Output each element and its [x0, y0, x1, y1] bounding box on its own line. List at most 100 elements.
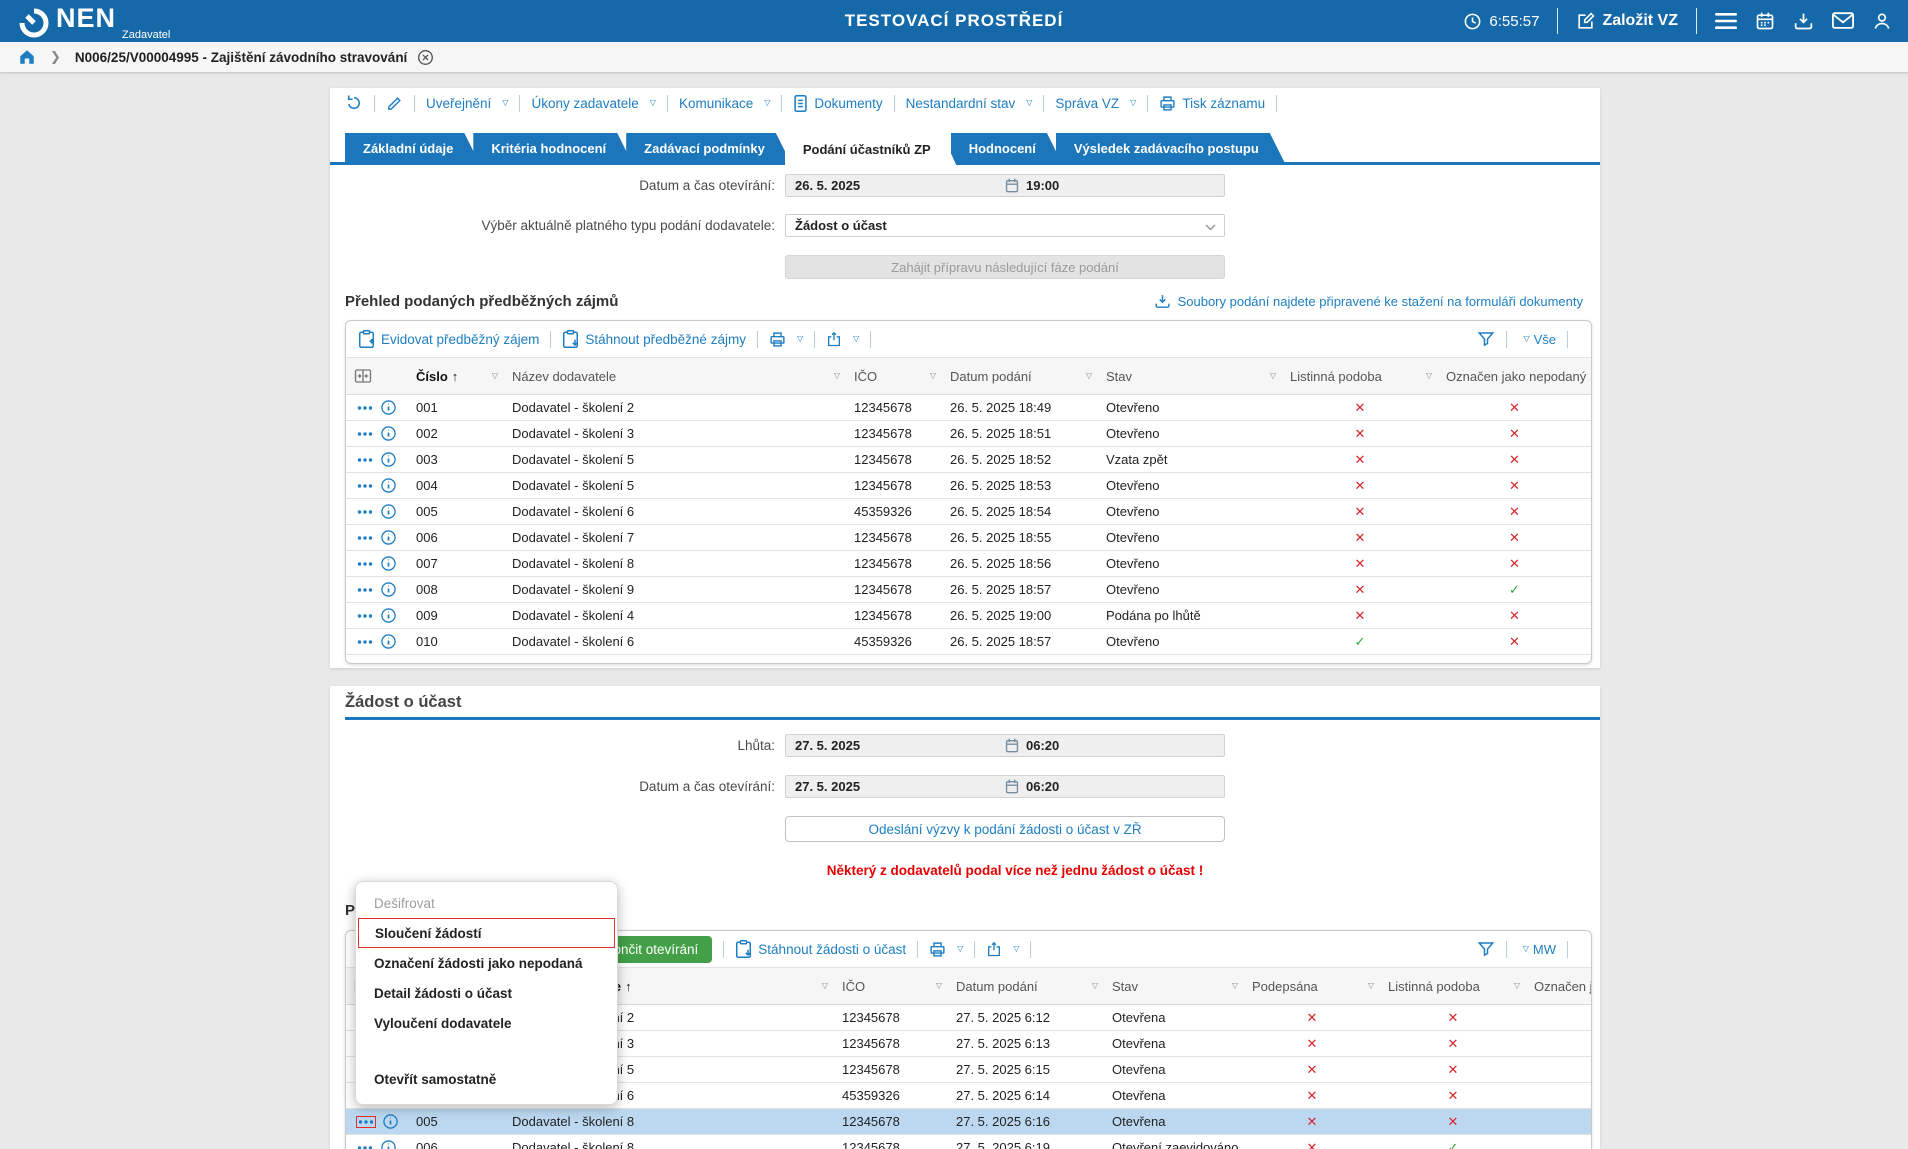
filter-preset-value[interactable]: MW — [1533, 942, 1556, 957]
close-record-button[interactable] — [417, 49, 434, 66]
info-icon[interactable] — [381, 556, 396, 571]
tab-zadavaci-podminky[interactable]: Zadávací podmínky — [626, 133, 791, 163]
menu-sprava-vz[interactable]: Správa VZ▽ — [1055, 96, 1136, 111]
column-menu-icon[interactable]: ▽ — [1426, 371, 1432, 380]
menu-uverejneni[interactable]: Uveřejnění▽ — [426, 96, 508, 111]
row-menu-dots-icon[interactable] — [356, 455, 374, 465]
info-icon[interactable] — [381, 400, 396, 415]
col-oznacen-jako-nepodany[interactable]: Označen jako nepodaný — [1526, 968, 1591, 1005]
lhuta-field[interactable]: 27. 5. 2025 06:20 — [785, 734, 1225, 757]
ctx-detail-zadosti[interactable]: Detail žádosti o účast — [356, 978, 617, 1008]
filter-button[interactable] — [1477, 330, 1495, 348]
tab-podani-ucastniku-zp[interactable]: Podání účastníků ZP — [785, 133, 957, 166]
col-nazev-dodavatele[interactable]: Název dodavatele▽ — [504, 358, 846, 395]
evidovat-zajem-button[interactable]: Evidovat předběžný zájem — [358, 330, 539, 348]
table-row[interactable]: 007Dodavatel - školení 81234567826. 5. 2… — [346, 551, 1591, 577]
row-menu-dots-icon[interactable] — [356, 559, 374, 569]
row-menu-dots-icon[interactable] — [356, 403, 374, 413]
start-next-phase-button[interactable]: Zahájit přípravu následující fáze podání — [785, 255, 1225, 279]
undo-button[interactable] — [345, 94, 363, 112]
row-menu-dots-icon[interactable] — [356, 429, 374, 439]
table-row[interactable]: 005Dodavatel - školení 64535932626. 5. 2… — [346, 499, 1591, 525]
main-menu-button[interactable] — [1715, 12, 1737, 30]
col-ico[interactable]: IČO▽ — [834, 968, 948, 1005]
calendar-icon[interactable] — [1005, 178, 1019, 193]
table-row[interactable]: 004Dodavatel - školení 51234567826. 5. 2… — [346, 473, 1591, 499]
home-button[interactable] — [18, 48, 36, 66]
column-menu-icon[interactable]: ▽ — [1270, 371, 1276, 380]
info-icon[interactable] — [383, 1114, 398, 1129]
col-datum-podani[interactable]: Datum podání▽ — [942, 358, 1098, 395]
messages-button[interactable] — [1832, 12, 1854, 30]
col-listinna-podoba[interactable]: Listinná podoba▽ — [1380, 968, 1526, 1005]
info-icon[interactable] — [381, 504, 396, 519]
row-menu-dots-icon[interactable] — [356, 637, 374, 647]
row-menu-dots-icon[interactable] — [356, 1116, 376, 1128]
edit-record-button[interactable] — [386, 95, 403, 112]
submission-files-link[interactable]: Soubory podání najdete připravené ke sta… — [1154, 293, 1583, 310]
export-table-button[interactable]: ▽ — [986, 941, 1019, 958]
calendar-button[interactable] — [1755, 11, 1775, 31]
tab-kriteria-hodnoceni[interactable]: Kritéria hodnocení — [473, 133, 632, 163]
info-icon[interactable] — [381, 608, 396, 623]
table-row[interactable]: 001Dodavatel - školení 21234567826. 5. 2… — [346, 395, 1591, 421]
menu-nestandardni-stav[interactable]: Nestandardní stav▽ — [906, 96, 1033, 111]
column-menu-icon[interactable]: ▽ — [1086, 371, 1092, 380]
column-menu-icon[interactable]: ▽ — [930, 371, 936, 380]
opening-datetime-field[interactable]: 26. 5. 2025 19:00 — [785, 174, 1225, 197]
calendar-icon[interactable] — [1005, 738, 1019, 753]
stahnout-zadosti-button[interactable]: Stáhnout žádosti o účast — [735, 940, 906, 958]
column-menu-icon[interactable]: ▽ — [822, 981, 828, 990]
column-menu-icon[interactable]: ▽ — [1514, 981, 1520, 990]
table-row[interactable]: 006Dodavatel - školení 71234567826. 5. 2… — [346, 525, 1591, 551]
table-row[interactable]: 010Dodavatel - školení 64535932626. 5. 2… — [346, 629, 1591, 655]
ctx-slouceni-zadosti[interactable]: Sloučení žádostí — [358, 918, 615, 948]
row-menu-dots-icon[interactable] — [356, 481, 374, 491]
table-row[interactable]: 008Dodavatel - školení 91234567826. 5. 2… — [346, 577, 1591, 603]
tab-zakladni-udaje[interactable]: Základní údaje — [345, 133, 479, 163]
column-menu-icon[interactable]: ▽ — [492, 371, 498, 380]
tab-vysledek-zadavaciho-postupu[interactable]: Výsledek zadávacího postupu — [1056, 133, 1285, 163]
calendar-icon[interactable] — [1005, 779, 1019, 794]
create-vz-button[interactable]: Založit VZ — [1576, 12, 1678, 31]
stahnout-zajmy-button[interactable]: Stáhnout předběžné zájmy — [562, 330, 746, 348]
filter-button[interactable] — [1477, 940, 1495, 958]
row-menu-dots-icon[interactable] — [356, 533, 374, 543]
ctx-vylouceni-dodavatele[interactable]: Vyloučení dodavatele — [356, 1008, 617, 1038]
table-row[interactable]: 006Dodavatel - školení 81234567827. 5. 2… — [346, 1135, 1591, 1149]
table-row[interactable]: 009Dodavatel - školení 41234567826. 5. 2… — [346, 603, 1591, 629]
info-icon[interactable] — [381, 582, 396, 597]
column-menu-icon[interactable]: ▽ — [1232, 981, 1238, 990]
col-podepsana[interactable]: Podepsána▽ — [1244, 968, 1380, 1005]
info-icon[interactable] — [381, 426, 396, 441]
tab-hodnoceni[interactable]: Hodnocení — [951, 133, 1062, 163]
print-table-button[interactable]: ▽ — [769, 331, 803, 348]
col-stav[interactable]: Stav▽ — [1098, 358, 1282, 395]
menu-ukony-zadavatele[interactable]: Úkony zadavatele▽ — [531, 96, 655, 111]
downloads-button[interactable] — [1793, 11, 1814, 32]
submission-type-select[interactable]: Žádost o účast — [785, 214, 1225, 237]
zadost-opening-field[interactable]: 27. 5. 2025 06:20 — [785, 775, 1225, 798]
menu-dokumenty[interactable]: Dokumenty — [793, 95, 882, 112]
col-cislo[interactable]: Číslo↑▽ — [408, 358, 504, 395]
col-oznacen-jako-nepodany[interactable]: Označen jako nepodaný — [1438, 358, 1591, 395]
filter-preset-value[interactable]: Vše — [1534, 332, 1556, 347]
user-button[interactable] — [1872, 11, 1892, 31]
column-menu-icon[interactable]: ▽ — [936, 981, 942, 990]
row-menu-dots-icon[interactable] — [356, 585, 374, 595]
info-icon[interactable] — [381, 1140, 396, 1149]
nen-logo[interactable]: NEN Zadavatel — [18, 3, 116, 39]
ctx-otevrit-samostatne[interactable]: Otevřít samostatně — [356, 1064, 617, 1094]
print-record-button[interactable]: Tisk záznamu — [1159, 95, 1265, 112]
row-menu-dots-icon[interactable] — [356, 1143, 374, 1149]
send-vyzva-button[interactable]: Odeslání výzvy k podání žádosti o účast … — [785, 816, 1225, 842]
column-settings-header[interactable] — [346, 358, 408, 395]
table-row[interactable]: 005Dodavatel - školení 81234567827. 5. 2… — [346, 1109, 1591, 1135]
info-icon[interactable] — [381, 452, 396, 467]
breadcrumb-title[interactable]: N006/25/V00004995 - Zajištění závodního … — [75, 50, 407, 65]
column-menu-icon[interactable]: ▽ — [1092, 981, 1098, 990]
info-icon[interactable] — [381, 634, 396, 649]
ctx-oznaceni-nepodana[interactable]: Označení žádosti jako nepodaná — [356, 948, 617, 978]
table-row[interactable]: 002Dodavatel - školení 31234567826. 5. 2… — [346, 421, 1591, 447]
info-icon[interactable] — [381, 478, 396, 493]
